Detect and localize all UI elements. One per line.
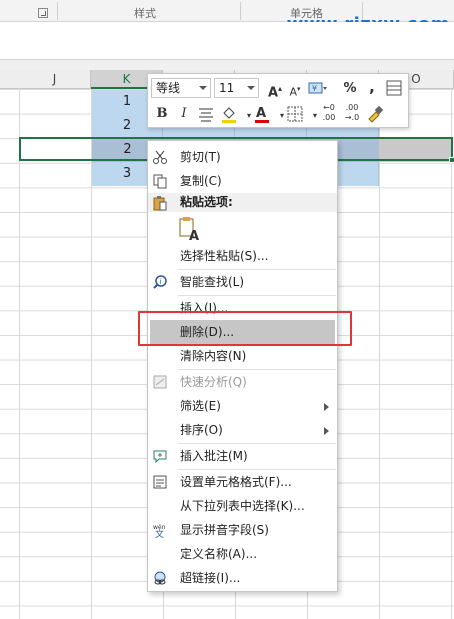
format-cells-icon <box>153 475 167 489</box>
svg-text:¥: ¥ <box>312 84 317 93</box>
menu-item-clear-contents[interactable]: 清除内容(N) <box>148 344 337 368</box>
svg-text:A: A <box>189 229 199 242</box>
hyperlink-icon <box>154 571 166 585</box>
menu-item-label: 从下拉列表中选择(K)... <box>180 499 305 513</box>
comma-style-button[interactable]: , <box>361 76 383 98</box>
excel-window: 样式 单元格 www.rjzxw.com J K L M N O 1 2 2 3… <box>0 0 454 619</box>
comment-icon <box>153 450 167 464</box>
menu-item-label: 清除内容(N) <box>180 349 247 363</box>
italic-button[interactable]: I <box>173 103 195 125</box>
highlight-annotation-box <box>138 311 352 346</box>
clipboard-icon <box>153 196 167 211</box>
percent-style-button[interactable]: % <box>339 78 361 100</box>
menu-item-label: 排序(O) <box>180 423 223 437</box>
menu-item-label: 快速分析(Q) <box>180 375 247 389</box>
menu-item-label: 复制(C) <box>180 174 222 188</box>
menu-item-copy[interactable]: 复制(C) <box>148 169 337 193</box>
quick-analysis-icon <box>153 375 167 389</box>
font-name-select[interactable]: 等线 <box>151 78 211 98</box>
menu-item-label: 设置单元格格式(F)... <box>180 475 292 489</box>
mini-toolbar: 等线 11 A▴ A▾ ¥ % , B I ▾ A ▾ ▾ ←0 .00 .00… <box>147 73 409 128</box>
chevron-down-icon <box>199 86 207 90</box>
menu-item-format-cells[interactable]: 设置单元格格式(F)... <box>148 470 337 494</box>
menu-item-label: 超链接(I)... <box>180 571 241 585</box>
paste-keep-source-icon[interactable]: A <box>178 216 202 244</box>
menu-item-quick-analysis: 快速分析(Q) <box>148 370 337 394</box>
chevron-right-icon <box>324 427 329 435</box>
borders-icon[interactable] <box>284 103 306 125</box>
svg-text:A: A <box>256 106 266 121</box>
ribbon-group-styles: 样式 <box>134 7 156 20</box>
menu-item-label: 显示拼音字段(S) <box>180 523 269 537</box>
decrease-font-icon[interactable]: A▾ <box>284 78 306 100</box>
menu-item-show-phonetic[interactable]: wén 文 显示拼音字段(S) <box>148 518 337 542</box>
menu-item-label: 定义名称(A)... <box>180 547 258 561</box>
smart-lookup-icon: i <box>153 275 167 289</box>
menu-item-label: 插入批注(M) <box>180 449 248 463</box>
align-center-icon[interactable] <box>195 103 217 125</box>
increase-decimal-icon[interactable]: ←0.00 <box>318 103 340 125</box>
ribbon-separator <box>240 2 241 20</box>
menu-item-label: 智能查找(L) <box>180 275 245 289</box>
decrease-decimal-icon[interactable]: .00 →.0 <box>341 103 363 125</box>
paste-options-header: 粘贴选项: <box>148 193 337 212</box>
phonetic-icon: wén文 <box>153 524 166 538</box>
menu-item-label: 剪切(T) <box>180 150 221 164</box>
menu-item-smart-lookup[interactable]: i 智能查找(L) <box>148 270 337 294</box>
menu-item-insert-comment[interactable]: 插入批注(M) <box>148 444 337 468</box>
copy-icon <box>153 174 167 189</box>
column-header-j[interactable]: J <box>19 70 91 89</box>
font-color-icon[interactable]: A <box>251 103 273 125</box>
paste-options-label: 粘贴选项: <box>180 195 233 209</box>
font-size-select[interactable]: 11 <box>214 78 259 98</box>
sheet-band <box>0 60 454 70</box>
font-name-value: 等线 <box>156 81 181 95</box>
fill-handle[interactable] <box>449 157 454 163</box>
ribbon-separator <box>57 2 58 20</box>
fill-color-icon[interactable] <box>218 103 240 125</box>
menu-item-define-name[interactable]: 定义名称(A)... <box>148 542 337 566</box>
font-size-value: 11 <box>219 81 235 95</box>
svg-text:i: i <box>160 278 162 286</box>
chevron-right-icon <box>324 403 329 411</box>
menu-item-label: 筛选(E) <box>180 399 221 413</box>
format-table-icon[interactable] <box>384 78 406 100</box>
bold-button[interactable]: B <box>151 103 173 125</box>
menu-item-label: 选择性粘贴(S)... <box>180 249 269 263</box>
format-painter-icon[interactable] <box>364 103 386 125</box>
dialog-launcher-icon[interactable] <box>38 8 48 18</box>
menu-item-cut[interactable]: 剪切(T) <box>148 145 337 169</box>
menu-item-filter[interactable]: 筛选(E) <box>148 394 337 418</box>
chevron-down-icon <box>247 86 255 90</box>
formula-area <box>0 22 454 60</box>
increase-font-icon[interactable]: A▴ <box>264 78 286 100</box>
menu-item-paste-special[interactable]: 选择性粘贴(S)... <box>148 244 337 268</box>
menu-item-pick-from-list[interactable]: 从下拉列表中选择(K)... <box>148 494 337 518</box>
menu-item-hyperlink[interactable]: 超链接(I)... <box>148 566 337 590</box>
number-format-icon[interactable]: ¥ <box>306 78 328 100</box>
scissors-icon <box>153 150 167 164</box>
svg-text:文: 文 <box>155 528 164 538</box>
menu-item-sort[interactable]: 排序(O) <box>148 418 337 442</box>
context-menu: 剪切(T) 复制(C) 粘贴选项: A 选择性粘贴(S)... i 智能查找(L… <box>147 140 338 592</box>
